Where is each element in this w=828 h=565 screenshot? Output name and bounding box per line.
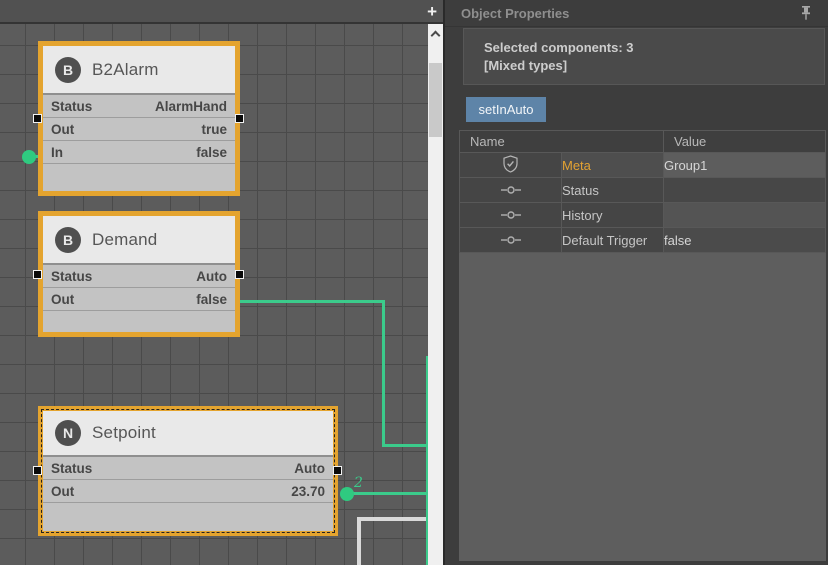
block-title: Setpoint xyxy=(92,423,156,443)
property-value[interactable]: false xyxy=(664,228,826,253)
pin-value: Auto xyxy=(196,269,227,284)
pin-row-status[interactable]: Status Auto xyxy=(43,265,235,288)
properties-table-area: Name Value Meta Group1 xyxy=(459,130,826,561)
object-properties-panel: Object Properties Selected components: 3… xyxy=(443,0,828,565)
pin-row-out[interactable]: Out 23.70 xyxy=(43,480,333,503)
pin-label: Status xyxy=(51,99,92,114)
set-in-auto-button[interactable]: setInAuto xyxy=(466,97,546,122)
pin-row-status[interactable]: Status Auto xyxy=(43,457,333,480)
block-b2alarm-header[interactable]: B B2Alarm xyxy=(43,46,235,95)
node-icon xyxy=(460,178,562,203)
pin-value: true xyxy=(201,122,227,137)
boolean-type-icon: B xyxy=(55,227,81,253)
scrollbar-thumb[interactable] xyxy=(429,63,442,137)
selection-handle[interactable] xyxy=(235,114,244,123)
property-name[interactable]: History xyxy=(562,203,664,228)
property-name[interactable]: Default Trigger xyxy=(562,228,664,253)
wiresheet-window: + B B2Alarm Status AlarmHand Out true In… xyxy=(0,0,828,565)
property-value[interactable] xyxy=(664,178,826,203)
pin-label: Out xyxy=(51,122,74,137)
pin-label: Out xyxy=(51,484,74,499)
pin-row-out[interactable]: Out false xyxy=(43,288,235,311)
selection-handle[interactable] xyxy=(33,466,42,475)
node-icon xyxy=(460,228,562,253)
pin-panel-icon[interactable] xyxy=(800,6,812,21)
block-footer xyxy=(43,311,235,332)
pin-row-status[interactable]: Status AlarmHand xyxy=(43,95,235,118)
property-row-status[interactable]: Status xyxy=(460,178,826,203)
node-icon xyxy=(460,203,562,228)
shield-check-icon xyxy=(460,153,562,178)
properties-table: Name Value Meta Group1 xyxy=(459,130,826,253)
partial-block[interactable] xyxy=(357,517,429,565)
block-title: B2Alarm xyxy=(92,60,159,80)
pin-label: Out xyxy=(51,292,74,307)
wire-junction-count: 2 xyxy=(354,475,363,491)
pin-value: Auto xyxy=(294,461,325,476)
property-row-history[interactable]: History xyxy=(460,203,826,228)
block-demand[interactable]: B Demand Status Auto Out false xyxy=(38,211,240,337)
property-name[interactable]: Status xyxy=(562,178,664,203)
block-title: Demand xyxy=(92,230,157,250)
panel-title-bar: Object Properties xyxy=(445,0,828,27)
panel-title: Object Properties xyxy=(461,6,569,21)
table-header-row: Name Value xyxy=(460,131,826,153)
pin-label: In xyxy=(51,145,63,160)
wire-setpoint-out-h[interactable] xyxy=(347,492,429,495)
pin-value: 23.70 xyxy=(291,484,325,499)
selection-summary-count: Selected components: 3 xyxy=(484,40,634,55)
wire-endpoint-dot[interactable] xyxy=(22,150,36,164)
canvas-vertical-scrollbar[interactable] xyxy=(428,24,443,565)
column-header-name[interactable]: Name xyxy=(460,131,664,153)
selection-handle[interactable] xyxy=(33,270,42,279)
property-value[interactable]: Group1 xyxy=(664,153,826,178)
property-value[interactable] xyxy=(664,203,826,228)
pin-value: false xyxy=(196,292,227,307)
numeric-type-icon: N xyxy=(55,420,81,446)
selection-handle[interactable] xyxy=(235,270,244,279)
selection-summary-types: [Mixed types] xyxy=(484,58,567,73)
wire-demand-out-h[interactable] xyxy=(240,300,385,303)
pin-value: AlarmHand xyxy=(155,99,227,114)
selection-summary-box: Selected components: 3 [Mixed types] xyxy=(463,28,825,85)
column-header-value[interactable]: Value xyxy=(664,131,826,153)
property-row-default-trigger[interactable]: Default Trigger false xyxy=(460,228,826,253)
block-footer xyxy=(43,164,235,191)
block-setpoint[interactable]: N Setpoint Status Auto Out 23.70 xyxy=(38,406,338,536)
block-demand-header[interactable]: B Demand xyxy=(43,216,235,265)
selection-handle[interactable] xyxy=(33,114,42,123)
block-footer xyxy=(43,503,333,531)
selection-handle[interactable] xyxy=(333,466,342,475)
wire-connector-h[interactable] xyxy=(382,444,429,447)
wire-junction-dot[interactable] xyxy=(340,487,354,501)
wire-demand-out-v[interactable] xyxy=(382,300,385,447)
pin-row-out[interactable]: Out true xyxy=(43,118,235,141)
property-row-meta[interactable]: Meta Group1 xyxy=(460,153,826,178)
chevron-up-icon xyxy=(431,31,441,41)
pin-label: Status xyxy=(51,269,92,284)
pin-value: false xyxy=(196,145,227,160)
pin-label: Status xyxy=(51,461,92,476)
canvas-tab-bar: + xyxy=(0,0,445,24)
scroll-up-button[interactable] xyxy=(428,24,443,44)
boolean-type-icon: B xyxy=(55,57,81,83)
add-tab-button[interactable]: + xyxy=(427,2,437,22)
block-setpoint-header[interactable]: N Setpoint xyxy=(43,411,333,457)
pin-row-in[interactable]: In false xyxy=(43,141,235,164)
block-b2alarm[interactable]: B B2Alarm Status AlarmHand Out true In f… xyxy=(38,41,240,196)
property-name[interactable]: Meta xyxy=(562,153,664,178)
